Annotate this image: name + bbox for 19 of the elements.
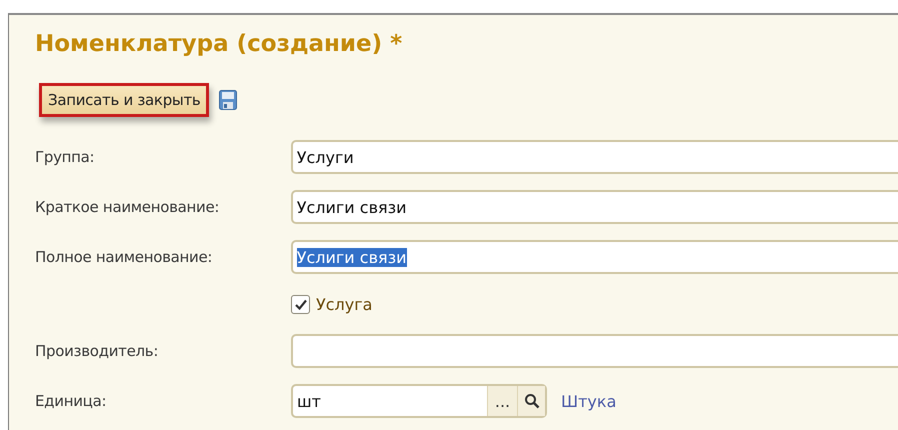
- text-field[interactable]: Услуги: [290, 140, 898, 174]
- text-field[interactable]: Услиги связи: [290, 240, 898, 274]
- field-label: Полное наименование:: [35, 248, 214, 266]
- text-field[interactable]: Услиги связи: [290, 190, 898, 224]
- choose-button[interactable]: ...: [487, 386, 517, 416]
- field-label: Единица:: [35, 392, 108, 410]
- window-title: Номенклатура (создание) *: [35, 31, 404, 59]
- save-close-button[interactable]: Записать и закрыть: [39, 83, 210, 117]
- search-button[interactable]: [517, 386, 545, 416]
- unit-link[interactable]: Штука: [561, 392, 616, 410]
- field-label: Краткое наименование:: [35, 198, 220, 216]
- field-label: Производитель:: [35, 342, 160, 360]
- field-label: Группа:: [35, 148, 96, 166]
- lookup-field[interactable]: шт ...: [291, 384, 547, 418]
- checkbox[interactable]: [291, 294, 310, 314]
- checkbox-label: Услуга: [316, 294, 372, 314]
- search-icon: [524, 393, 540, 409]
- checkmark-icon: [294, 298, 306, 310]
- text-field[interactable]: [290, 334, 898, 368]
